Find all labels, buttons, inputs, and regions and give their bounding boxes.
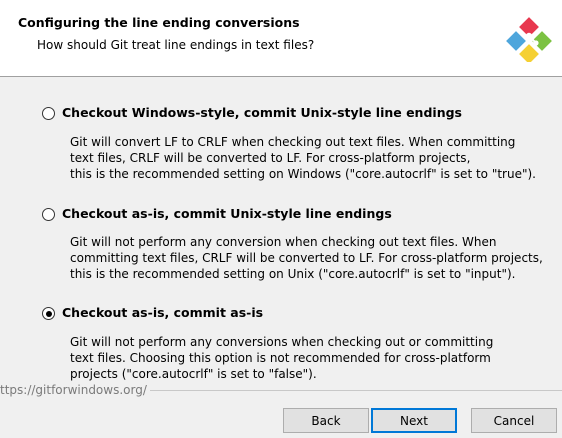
description-line: projects ("core.autocrlf" is set to "fal…	[70, 367, 317, 381]
description-line: committing text files, CRLF will be conv…	[70, 251, 543, 265]
option-unix-style-label[interactable]: Checkout as-is, commit Unix-style line e…	[62, 206, 392, 221]
option-as-is-description: Git will not perform any conversions whe…	[70, 334, 540, 382]
option-as-is-label[interactable]: Checkout as-is, commit as-is	[62, 305, 263, 320]
next-button[interactable]: Next	[371, 408, 457, 433]
description-line: Git will convert LF to CRLF when checkin…	[70, 135, 516, 149]
page-subtitle: How should Git treat line endings in tex…	[37, 38, 315, 52]
git-for-windows-logo-icon	[506, 17, 552, 62]
description-line: this is the recommended setting on Windo…	[70, 167, 536, 181]
cancel-button[interactable]: Cancel	[471, 408, 557, 433]
wizard-header: Configuring the line ending conversions …	[0, 0, 562, 77]
description-line: this is the recommended setting on Unix …	[70, 267, 516, 281]
option-windows-style-label[interactable]: Checkout Windows-style, commit Unix-styl…	[62, 105, 462, 120]
option-windows-style-description: Git will convert LF to CRLF when checkin…	[70, 134, 540, 182]
description-line: Git will not perform any conversions whe…	[70, 335, 494, 349]
back-button[interactable]: Back	[283, 408, 369, 433]
radio-windows-style[interactable]	[42, 107, 55, 120]
homepage-link[interactable]: ttps://gitforwindows.org/	[0, 383, 147, 397]
description-line: text files, CRLF will be converted to LF…	[70, 151, 471, 165]
description-line: text files. Choosing this option is not …	[70, 351, 491, 365]
radio-as-is[interactable]	[42, 307, 55, 320]
description-line: Git will not perform any conversion when…	[70, 235, 497, 249]
radio-unix-style[interactable]	[42, 208, 55, 221]
footer-divider	[150, 390, 562, 391]
option-unix-style-description: Git will not perform any conversion when…	[70, 234, 543, 282]
page-title: Configuring the line ending conversions	[18, 15, 300, 30]
